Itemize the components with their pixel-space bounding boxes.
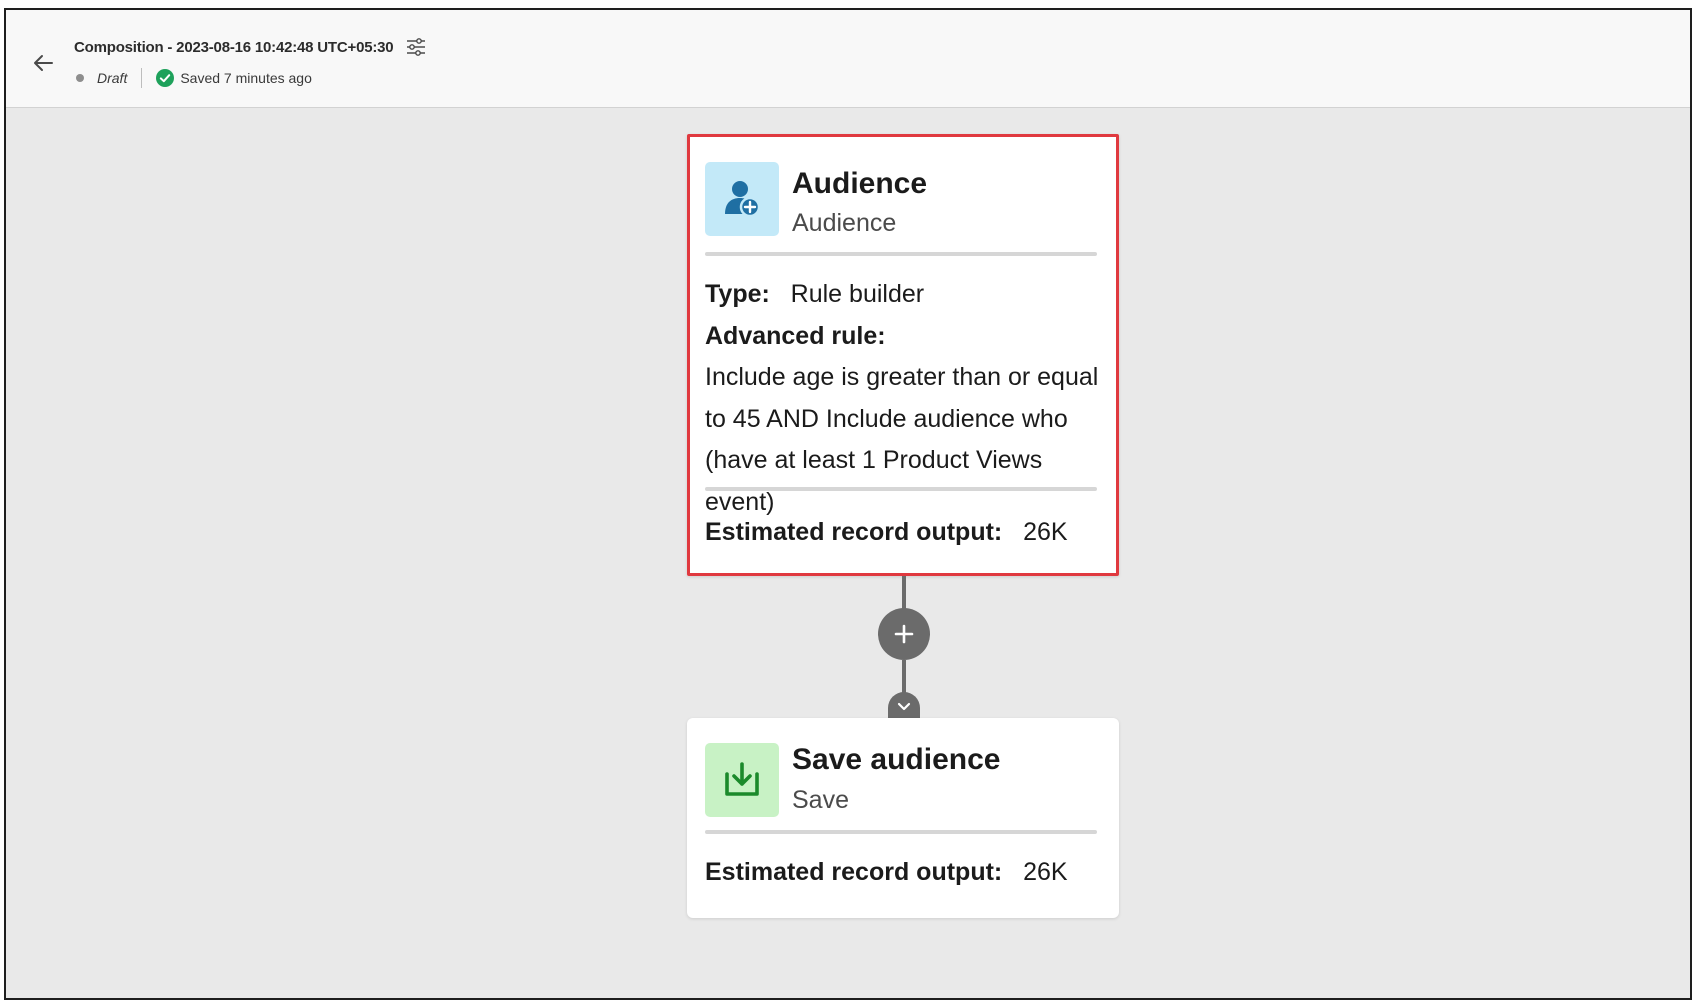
composition-canvas: Composition - 2023-08-16 10:42:48 UTC+05… <box>4 8 1692 1000</box>
advanced-rule-line-2: to 45 AND Include audience who <box>705 404 1068 433</box>
save-estimate-row: Estimated record output: 26K <box>705 852 1068 894</box>
check-circle-icon <box>156 69 175 87</box>
composition-settings-button[interactable] <box>403 34 429 60</box>
rule-type-row: Type: Rule builder <box>705 274 1105 316</box>
save-node-icon <box>705 743 779 817</box>
save-audience-node-card[interactable]: Save audience Save Estimated record outp… <box>687 718 1119 918</box>
audience-node-card[interactable]: Audience Audience Type: Rule builder Adv… <box>687 134 1119 576</box>
rule-type-label: Type: <box>705 280 770 308</box>
rule-type-value: Rule builder <box>790 280 925 308</box>
audience-node-divider-top <box>705 252 1097 256</box>
audience-node-title: Audience <box>792 167 928 200</box>
back-button[interactable] <box>24 44 62 82</box>
connector-line-top <box>902 576 906 612</box>
title-row: Composition - 2023-08-16 10:42:48 UTC+05… <box>74 34 429 60</box>
add-node-button[interactable] <box>878 608 930 660</box>
save-estimate-label: Estimated record output: <box>705 858 1003 886</box>
download-icon <box>725 762 759 796</box>
save-node-divider <box>705 830 1097 834</box>
audience-estimate-label: Estimated record output: <box>705 518 1003 546</box>
audience-node-icon <box>705 162 779 236</box>
advanced-rule-line-3: (have at least 1 Product Views event) <box>705 446 1043 516</box>
sliders-icon <box>407 38 426 56</box>
save-node-title: Save audience <box>792 743 1001 776</box>
audience-estimate-value: 26K <box>1023 518 1068 546</box>
audience-node-subtitle: Audience <box>792 209 897 237</box>
status-row: Draft Saved 7 minutes ago <box>76 68 312 88</box>
collapse-toggle-button[interactable] <box>888 692 920 720</box>
status-divider <box>141 68 143 88</box>
save-node-subtitle: Save <box>792 786 849 814</box>
connector-line-bottom <box>902 660 906 696</box>
save-estimate-value: 26K <box>1023 858 1068 886</box>
arrow-left-icon <box>34 55 53 71</box>
page-title: Composition - 2023-08-16 10:42:48 UTC+05… <box>74 38 394 56</box>
status-dot <box>76 74 84 82</box>
saved-indicator: Saved 7 minutes ago <box>156 69 312 87</box>
advanced-rule-label: Advanced rule: <box>705 321 886 350</box>
status-badge: Draft <box>97 70 128 86</box>
audience-node-details: Type: Rule builder Advanced rule: Includ… <box>705 274 1105 523</box>
audience-node-divider-bottom <box>705 487 1097 491</box>
plus-icon <box>894 624 914 644</box>
user-add-icon <box>725 181 761 218</box>
composition-header: Composition - 2023-08-16 10:42:48 UTC+05… <box>6 10 1690 108</box>
chevron-down-icon <box>897 702 911 711</box>
saved-text: Saved 7 minutes ago <box>180 70 312 86</box>
advanced-rule-line-1: Include age is greater than or equal <box>705 363 1099 391</box>
audience-estimate-row: Estimated record output: 26K <box>705 512 1068 554</box>
